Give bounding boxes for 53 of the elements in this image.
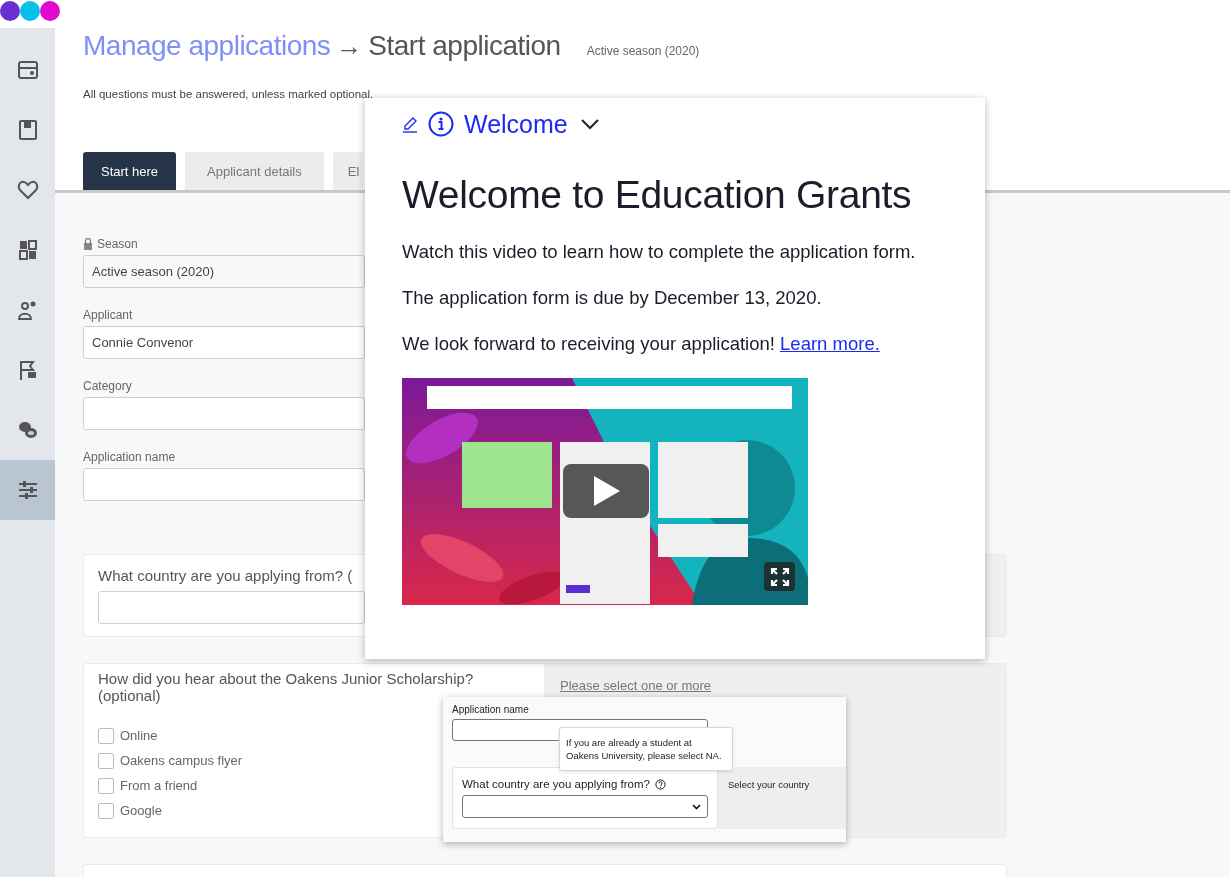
checkbox[interactable] (98, 752, 114, 769)
checkbox-label: Oakens campus flyer (120, 753, 243, 768)
play-button[interactable] (563, 464, 649, 518)
tab[interactable]: Applicant details (185, 152, 324, 190)
hint-text: Select your country (728, 779, 810, 790)
play-icon (592, 475, 620, 507)
question-text: What country are you applying from? (462, 778, 650, 790)
input-field[interactable]: Connie Convenor (83, 326, 365, 359)
select-field[interactable] (462, 795, 708, 818)
learn-more-link[interactable]: Learn more. (780, 333, 880, 354)
help-icon[interactable] (654, 778, 666, 790)
chevron-icon (692, 803, 701, 810)
info-button[interactable] (428, 111, 454, 137)
tab[interactable]: El (332, 152, 363, 190)
paragraph: Watch this video to learn how to complete the application form. (402, 240, 917, 263)
page-title: Start application (368, 30, 561, 62)
input-field[interactable] (98, 591, 365, 624)
question-text: What country are you applying from? ( (98, 566, 354, 586)
field-label: Season (97, 237, 138, 251)
input-field[interactable] (83, 397, 365, 430)
card-icon (15, 58, 40, 82)
chevron-icon (579, 117, 600, 131)
input-field[interactable]: Active season (2020) (83, 255, 365, 288)
paragraph: The application form is due by December 13, 2020. (402, 286, 823, 309)
paragraph: We look forward to receiving your application! Learn more. (402, 332, 881, 355)
info-icon (428, 111, 454, 137)
breadcrumb-arrow: → (336, 31, 363, 62)
hint-text: Please select one or more (560, 678, 712, 693)
edit-button[interactable] (402, 115, 418, 133)
logo-icon (0, 0, 60, 22)
season-dropdown[interactable]: Active season (2020) (586, 44, 700, 58)
heart-icon (15, 178, 40, 202)
input-field[interactable] (83, 468, 365, 501)
field-label: Application name (452, 704, 530, 716)
question-text: How did you hear about the Oakens Junior Scholarship? (optional) (98, 670, 475, 704)
sidebar-item[interactable] (0, 460, 55, 520)
checkbox[interactable] (98, 802, 114, 819)
pencil-icon (402, 115, 418, 133)
checkbox-label: From a friend (120, 778, 198, 793)
field-label: Applicant (83, 308, 133, 322)
tab[interactable]: Start here (83, 152, 177, 190)
section-dropdown[interactable]: Welcome (464, 109, 600, 139)
checkbox[interactable] (98, 727, 114, 744)
checkbox-label: Online (120, 728, 158, 743)
field-label: Category (83, 379, 132, 393)
fullscreen-button[interactable] (764, 562, 795, 591)
checkbox-label: Google (120, 803, 162, 818)
expand-icon (769, 566, 790, 587)
checkbox[interactable] (98, 777, 114, 794)
field-label: Application name (83, 450, 176, 464)
tooltip: If you are already a student at Oakens University, please select NA. (559, 727, 733, 771)
panel-heading: Welcome to Education Grants (402, 172, 913, 218)
instructions-text: All questions must be answered, unless marked optional. (83, 88, 375, 100)
